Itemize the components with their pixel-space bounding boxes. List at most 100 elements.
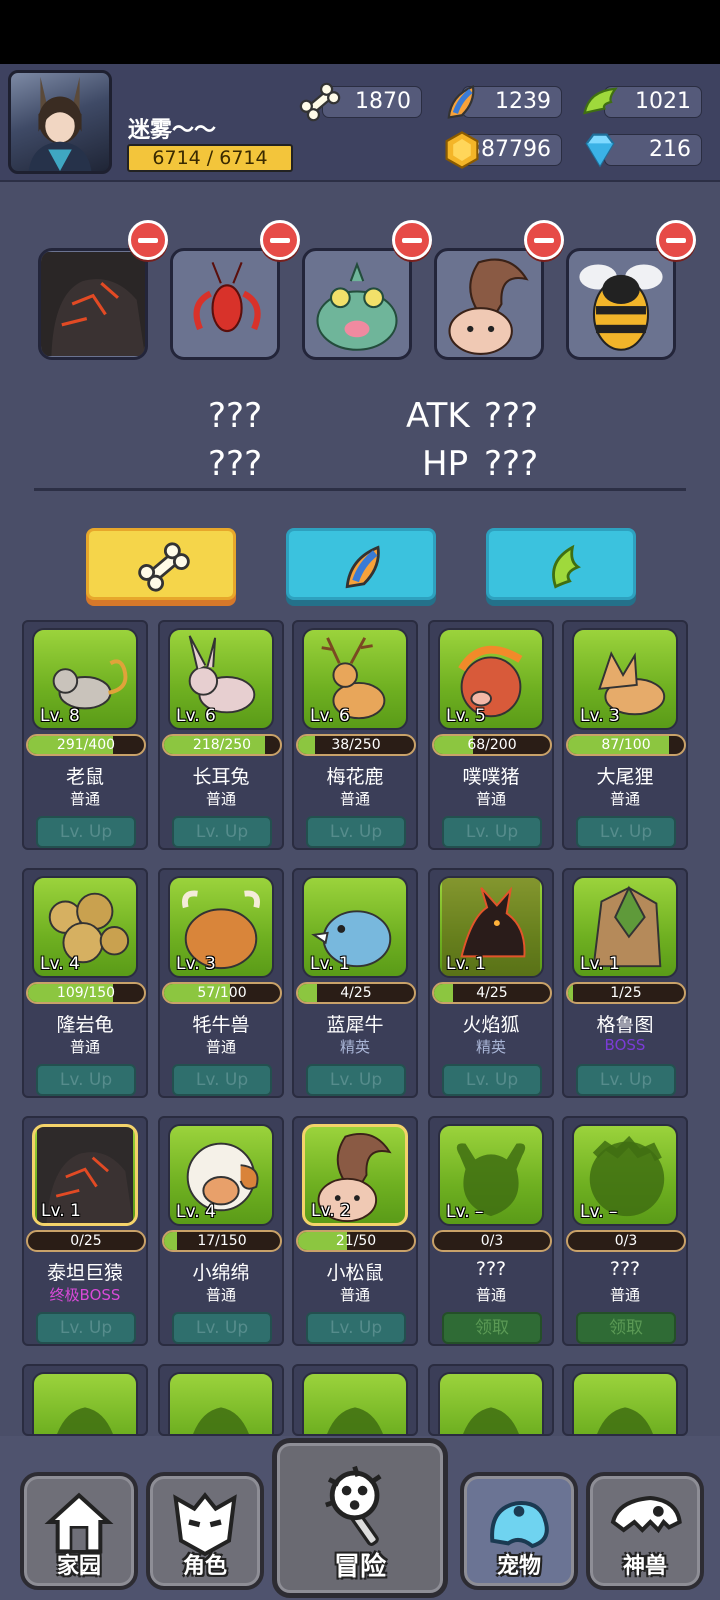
pet-portrait[interactable]: Lv. 8 (32, 628, 138, 730)
pet-name: 蓝犀牛 (326, 1014, 384, 1036)
pet-rarity: BOSS (604, 1036, 646, 1054)
pet-name: 泰坦巨猿 (46, 1262, 123, 1284)
remove-team-slot-1-button[interactable] (128, 220, 168, 260)
player-avatar[interactable] (8, 70, 112, 174)
pet-rarity: 普通 (609, 1286, 640, 1304)
wing-filter-button[interactable] (486, 528, 636, 600)
team-slot-5[interactable] (566, 248, 676, 360)
pet-portrait[interactable]: Lv. – (438, 1124, 544, 1226)
hp-label: HP (422, 444, 469, 484)
pet-level: Lv. 5 (446, 706, 486, 726)
pet-portrait[interactable]: Lv. 4 (168, 1124, 274, 1226)
pet-card-locked[interactable] (292, 1364, 418, 1436)
pet-xp-bar: 4/25 (432, 982, 552, 1004)
spiked-club-icon (325, 1465, 382, 1546)
pet-card[interactable]: Lv. 1 1/25 格鲁图 BOSS Lv. Up (562, 868, 688, 1098)
level-up-button[interactable]: Lv. Up (172, 1312, 272, 1344)
nav-adventure-label: 冒险 (333, 1552, 386, 1582)
remove-team-slot-5-button[interactable] (656, 220, 696, 260)
pet-xp-text: 109/150 (56, 985, 116, 1001)
remove-team-slot-4-button[interactable] (524, 220, 564, 260)
pet-portrait[interactable]: Lv. 1 (302, 876, 408, 978)
pet-rarity: 普通 (339, 790, 370, 808)
pet-portrait[interactable]: Lv. 6 (168, 628, 274, 730)
pet-portrait[interactable]: Lv. 5 (438, 628, 544, 730)
claim-button[interactable]: 领取 (576, 1312, 676, 1344)
pet-rarity: 普通 (69, 1038, 100, 1056)
level-up-button[interactable]: Lv. Up (172, 1064, 272, 1096)
feather-filter-button[interactable] (286, 528, 436, 600)
pet-card[interactable]: Lv. 2 21/50 小松鼠 普通 Lv. Up (292, 1116, 418, 1346)
team-slot-2[interactable] (170, 248, 280, 360)
level-up-button[interactable]: Lv. Up (36, 1312, 136, 1344)
level-up-button[interactable]: Lv. Up (576, 816, 676, 848)
pet-xp-bar: 21/50 (296, 1230, 416, 1252)
level-up-button[interactable]: Lv. Up (306, 1064, 406, 1096)
pet-portrait[interactable]: Lv. 6 (302, 628, 408, 730)
level-up-button[interactable]: Lv. Up (172, 816, 272, 848)
pet-card[interactable]: Lv. 3 57/100 牦牛兽 普通 Lv. Up (158, 868, 284, 1098)
pet-portrait[interactable]: Lv. 1 (572, 876, 678, 978)
wing-icon (552, 544, 581, 589)
pet-xp-text: 291/400 (56, 737, 116, 753)
pet-portrait[interactable]: Lv. 4 (32, 876, 138, 978)
team-slot-1[interactable] (38, 248, 148, 360)
pet-card[interactable]: Lv. 5 68/200 噗噗猪 普通 Lv. Up (428, 620, 554, 850)
level-up-button[interactable]: Lv. Up (576, 1064, 676, 1096)
pet-xp-bar: 87/100 (566, 734, 686, 756)
pet-card-locked[interactable] (158, 1364, 284, 1436)
pet-card[interactable]: Lv. – 0/3 ??? 普通 领取 (428, 1116, 554, 1346)
pet-level: Lv. 1 (580, 954, 620, 974)
pet-portrait[interactable]: Lv. 1 (32, 1124, 138, 1226)
pet-portrait[interactable]: Lv. 3 (572, 628, 678, 730)
pet-level: Lv. 1 (41, 1201, 81, 1221)
pet-rarity: 精英 (339, 1038, 370, 1056)
pet-card-locked[interactable] (22, 1364, 148, 1436)
pet-xp-bar: 109/150 (26, 982, 146, 1004)
level-up-button[interactable]: Lv. Up (306, 1312, 406, 1344)
level-up-button[interactable]: Lv. Up (442, 1064, 542, 1096)
pet-xp-text: 0/3 (614, 1233, 638, 1249)
level-up-button[interactable]: Lv. Up (36, 1064, 136, 1096)
pet-portrait[interactable]: Lv. – (572, 1124, 678, 1226)
pet-card-locked[interactable] (428, 1364, 554, 1436)
pet-card[interactable]: Lv. 6 38/250 梅花鹿 普通 Lv. Up (292, 620, 418, 850)
feather-icon (440, 80, 484, 124)
pet-level: Lv. 6 (176, 706, 216, 726)
pet-card[interactable]: Lv. 3 87/100 大尾狸 普通 Lv. Up (562, 620, 688, 850)
pet-portrait (438, 1372, 544, 1434)
pet-xp-text: 68/200 (467, 737, 517, 753)
level-up-button[interactable]: Lv. Up (36, 816, 136, 848)
pet-portrait[interactable]: Lv. 2 (302, 1124, 408, 1226)
team-slot-3[interactable] (302, 248, 412, 360)
nav-adventure-button[interactable]: 冒险 (272, 1438, 448, 1598)
pet-card[interactable]: Lv. 4 109/150 隆岩龟 普通 Lv. Up (22, 868, 148, 1098)
pet-rarity: 普通 (69, 790, 100, 808)
level-up-button[interactable]: Lv. Up (442, 816, 542, 848)
claim-button[interactable]: 领取 (442, 1312, 542, 1344)
pet-card[interactable]: Lv. 6 218/250 长耳兔 普通 Lv. Up (158, 620, 284, 850)
pet-rarity: 终极BOSS (49, 1286, 121, 1304)
pet-portrait (302, 1372, 408, 1434)
nav-home-button[interactable]: 家园 (20, 1472, 138, 1590)
nav-pet-button[interactable]: 宠物 (460, 1472, 578, 1590)
pet-name: 长耳兔 (192, 766, 250, 788)
bone-filter-button[interactable] (86, 528, 236, 600)
pet-card[interactable]: Lv. 8 291/400 老鼠 普通 Lv. Up (22, 620, 148, 850)
remove-team-slot-3-button[interactable] (392, 220, 432, 260)
pet-card[interactable]: Lv. 4 17/150 小绵绵 普通 Lv. Up (158, 1116, 284, 1346)
pet-card-locked[interactable] (562, 1364, 688, 1436)
nav-beast-button[interactable]: 神兽 (586, 1472, 704, 1590)
pet-card[interactable]: Lv. 1 0/25 泰坦巨猿 终极BOSS Lv. Up (22, 1116, 148, 1346)
pet-name: 梅花鹿 (326, 766, 384, 788)
remove-team-slot-2-button[interactable] (260, 220, 300, 260)
pet-card[interactable]: Lv. – 0/3 ??? 普通 领取 (562, 1116, 688, 1346)
pet-xp-text: 1/25 (610, 985, 642, 1001)
pet-portrait[interactable]: Lv. 1 (438, 876, 544, 978)
pet-card[interactable]: Lv. 1 4/25 火焰狐 精英 Lv. Up (428, 868, 554, 1098)
team-slot-4[interactable] (434, 248, 544, 360)
nav-character-button[interactable]: 角色 (146, 1472, 264, 1590)
pet-portrait[interactable]: Lv. 3 (168, 876, 274, 978)
pet-card[interactable]: Lv. 1 4/25 蓝犀牛 精英 Lv. Up (292, 868, 418, 1098)
level-up-button[interactable]: Lv. Up (306, 816, 406, 848)
